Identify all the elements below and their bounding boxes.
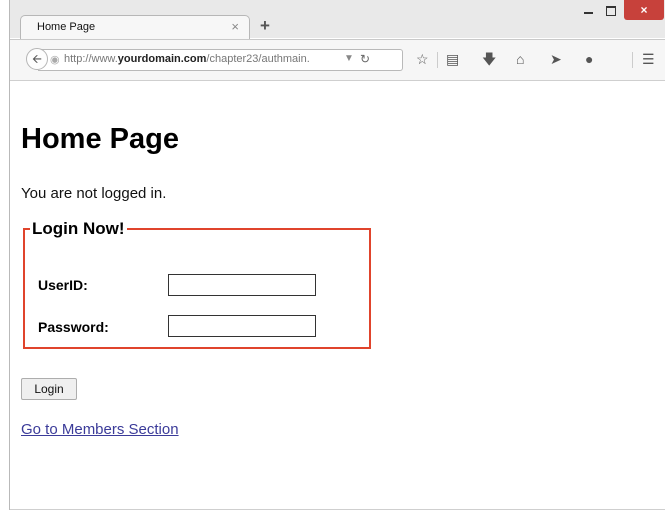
tab-close-icon[interactable]: × — [231, 19, 239, 34]
maximize-icon — [606, 5, 616, 16]
tab-home-page[interactable]: Home Page × — [20, 15, 250, 40]
tab-strip: Home Page × + × — [10, 0, 665, 40]
new-tab-button[interactable]: + — [260, 16, 270, 36]
login-button[interactable]: Login — [21, 378, 77, 400]
url-bar[interactable]: ◉ http://www.yourdomain.com/chapter23/au… — [38, 49, 403, 71]
page-content: Home Page You are not logged in. Login N… — [10, 80, 665, 510]
members-section-link[interactable]: Go to Members Section — [21, 421, 179, 438]
toolbar-divider — [437, 52, 438, 68]
minimize-button[interactable] — [577, 0, 599, 20]
back-icon[interactable]: 🡨 — [26, 48, 48, 70]
browser-window: Home Page × + × ◉ http://www.yourdomain.… — [9, 0, 665, 510]
reading-list-icon[interactable]: ▤ — [446, 52, 459, 66]
password-input[interactable] — [168, 315, 316, 337]
userid-input[interactable] — [168, 274, 316, 296]
url-prefix: http://www. — [64, 53, 118, 65]
share-icon[interactable]: ➤ — [550, 52, 562, 66]
maximize-button[interactable] — [600, 0, 622, 20]
password-label: Password: — [38, 319, 109, 335]
login-fieldset: Login Now! UserID: Password: — [23, 219, 371, 349]
tab-title: Home Page — [37, 21, 96, 33]
navigation-toolbar: ◉ http://www.yourdomain.com/chapter23/au… — [10, 39, 665, 81]
toolbar-divider — [632, 52, 633, 68]
url-text[interactable]: http://www.yourdomain.com/chapter23/auth… — [64, 53, 344, 65]
url-path: /chapter23/authmain. — [206, 53, 310, 65]
reload-icon[interactable]: ↻ — [360, 52, 370, 66]
home-icon[interactable]: ⌂ — [516, 52, 524, 66]
page-title: Home Page — [21, 123, 179, 155]
download-icon[interactable]: 🡇 — [482, 52, 496, 66]
menu-icon[interactable]: ☰ — [642, 52, 655, 66]
login-legend: Login Now! — [32, 219, 125, 238]
url-domain: yourdomain.com — [117, 53, 207, 65]
site-identity-icon[interactable]: ◉ — [50, 53, 60, 66]
bookmark-star-icon[interactable]: ☆ — [416, 52, 429, 66]
minimize-icon — [583, 11, 593, 14]
dropdown-icon[interactable]: ▼ — [344, 53, 354, 64]
chat-icon[interactable]: ● — [585, 52, 593, 66]
userid-label: UserID: — [38, 277, 88, 293]
close-window-button[interactable]: × — [624, 0, 664, 20]
login-status-text: You are not logged in. — [21, 185, 167, 202]
